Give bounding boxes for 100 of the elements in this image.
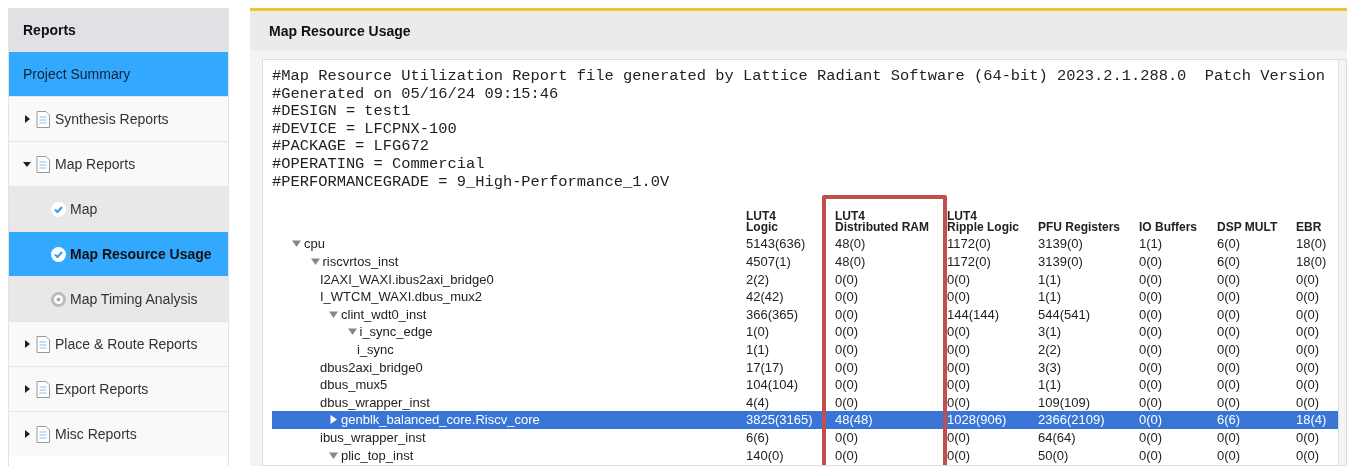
document-icon <box>36 110 50 128</box>
table-cell: 3139(0) <box>1038 236 1083 252</box>
document-icon <box>36 380 50 398</box>
table-cell: 0(0) <box>835 359 859 375</box>
table-row[interactable]: dbus_wrapper_inst 4(4) 0(0) 0(0) 109(109) 0(0) 0(0) 0(0) <box>272 393 1339 412</box>
table-cell: 6(0) <box>1217 236 1241 252</box>
column-header: LUT4 Ripple Logic <box>947 211 1019 234</box>
instance-name: I2AXI_WAXI.ibus2axi_bridge0 <box>320 271 494 287</box>
table-cell: 0(0) <box>1217 342 1241 357</box>
caret-icon[interactable] <box>23 160 31 168</box>
table-cell: 0(0) <box>1217 447 1241 463</box>
table-row[interactable]: cpu 5143(636) 48(0) 1172(0) 3139(0) 1(1) 6(0) 18(0) <box>272 235 1339 253</box>
document-icon <box>36 155 50 173</box>
table-cell: 0(0) <box>1296 447 1320 463</box>
item-label: Map Timing Analysis <box>70 291 198 307</box>
sidebar-item[interactable]: Map Reports <box>9 141 228 186</box>
caret-icon[interactable] <box>23 385 31 393</box>
collapse-arrow-icon[interactable] <box>329 450 338 460</box>
table-cell: 0(0) <box>1217 377 1241 393</box>
caret-icon[interactable] <box>23 340 31 348</box>
table-cell: 48(48) <box>835 412 873 428</box>
table-cell: 0(0) <box>947 324 971 340</box>
document-icon <box>36 425 50 443</box>
table-cell: 2(2) <box>746 271 770 287</box>
table-cell: 2(2) <box>1038 342 1062 357</box>
table-cell: 0(0) <box>1139 394 1163 410</box>
table-cell: 0(0) <box>1296 394 1320 410</box>
table-cell: 0(0) <box>1139 324 1163 340</box>
instance-name: i_sync_edge <box>359 324 433 340</box>
table-cell: 48(0) <box>835 254 866 270</box>
table-cell: 0(0) <box>1217 271 1241 287</box>
table-cell: 1(0) <box>746 324 770 340</box>
collapse-arrow-icon[interactable] <box>347 327 357 337</box>
table-cell: 18(4) <box>1296 412 1327 428</box>
column-header: LUT4 Distributed RAM <box>835 211 929 234</box>
table-cell: 0(0) <box>835 324 859 340</box>
report-line: #PACKAGE = LFG672 <box>272 138 429 156</box>
sidebar-item[interactable]: Map Resource Usage <box>9 231 228 276</box>
table-row[interactable]: riscvrtos_inst 4507(1) 48(0) 1172(0) 3139(0) 0(0) 6(0) 18(0) <box>272 252 1339 271</box>
item-label: Place & Route Reports <box>55 336 198 352</box>
table-cell: 50(0) <box>1038 447 1069 463</box>
table-row[interactable]: i_sync_edge 1(0) 0(0) 0(0) 3(1) 0(0) 0(0) 0(0) <box>272 323 1339 341</box>
sidebar-item[interactable]: Place & Route Reports <box>9 321 228 366</box>
table-cell: 3139(0) <box>1038 254 1083 270</box>
table-cell: 0(0) <box>1296 430 1320 445</box>
report-line: #Generated on 05/16/24 09:15:46 <box>272 85 559 104</box>
sidebar-title: Reports <box>9 9 228 51</box>
table-cell: 104(104) <box>746 377 799 393</box>
table-cell: 0(0) <box>1139 377 1163 393</box>
table-cell: 6(0) <box>1217 254 1241 270</box>
table-cell: 109(109) <box>1038 394 1091 410</box>
table-row[interactable]: genblk_balanced_core.Riscv_core 3825(3165) 48(48) 1028(906) 2366(2109) 0(0) 6(6) 18(4) <box>272 411 1339 429</box>
expand-arrow-icon[interactable] <box>329 415 338 425</box>
table-cell: 0(0) <box>835 394 859 410</box>
table-row[interactable]: dbus2axi_bridge0 17(17) 0(0) 0(0) 3(3) 0(0) 0(0) 0(0) <box>272 358 1339 376</box>
scrollbar[interactable] <box>1338 60 1346 465</box>
table-cell: 0(0) <box>947 377 971 393</box>
sidebar-item[interactable]: Export Reports <box>9 366 228 411</box>
report-line: #Map Resource Utilization Report file generated by Lattice Radiant Software (64-bit) 2023.2.1.288.0 Patch Version <box>272 68 1325 86</box>
table-cell: 42(42) <box>746 289 784 305</box>
sidebar-item[interactable]: Project Summary <box>9 51 228 96</box>
column-header: LUT4 Logic <box>746 211 778 234</box>
table-row[interactable]: i_sync 1(1) 0(0) 0(0) 2(2) 0(0) 0(0) 0(0) <box>272 340 1339 359</box>
table-row[interactable]: dbus_mux5 104(104) 0(0) 0(0) 1(1) 0(0) 0(0) 0(0) <box>272 375 1339 394</box>
table-row[interactable]: I2AXI_WAXI.ibus2axi_bridge0 2(2) 0(0) 0(0) 1(1) 0(0) 0(0) 0(0) <box>272 270 1339 288</box>
table-row[interactable]: ibus_wrapper_inst 6(6) 0(0) 0(0) 64(64) 0(0) 0(0) 0(0) <box>272 428 1339 447</box>
table-cell: 0(0) <box>835 342 859 357</box>
instance-name: genblk_balanced_core.Riscv_core <box>341 412 540 428</box>
document-icon <box>36 335 50 353</box>
column-header: PFU Registers <box>1038 222 1121 234</box>
table-cell: 0(0) <box>1217 289 1241 305</box>
instance-name: I_WTCM_WAXI.dbus_mux2 <box>320 289 483 305</box>
table-cell: 366(365) <box>746 306 799 322</box>
table-cell: 0(0) <box>947 359 971 375</box>
table-cell: 3825(3165) <box>746 412 813 428</box>
report-line: #PERFORMANCEGRADE = 9_High-Performance_1.0V <box>272 173 670 192</box>
caret-icon[interactable] <box>23 430 31 438</box>
collapse-arrow-icon[interactable] <box>329 309 338 319</box>
table-row[interactable]: I_WTCM_WAXI.dbus_mux2 42(42) 0(0) 0(0) 1(1) 0(0) 0(0) 0(0) <box>272 287 1339 306</box>
panel-title: Map Resource Usage <box>250 11 1347 50</box>
table-row[interactable]: plic_top_inst 140(0) 0(0) 0(0) 50(0) 0(0) 0(0) 0(0) <box>272 446 1339 464</box>
sidebar-item[interactable]: Misc Reports <box>9 411 228 456</box>
table-row[interactable]: clint_wdt0_inst 366(365) 0(0) 144(144) 544(541) 0(0) 0(0) 0(0) <box>272 305 1339 324</box>
collapse-arrow-icon[interactable] <box>292 239 301 249</box>
table-cell: 144(144) <box>947 306 1000 322</box>
table-cell: 1(1) <box>1038 271 1062 287</box>
caret-icon[interactable] <box>23 115 31 123</box>
table-cell: 0(0) <box>1296 306 1320 322</box>
table-cell: 0(0) <box>1139 271 1163 287</box>
sidebar-item[interactable]: Map Timing Analysis <box>9 276 228 321</box>
collapse-arrow-icon[interactable] <box>310 257 320 267</box>
sidebar-item[interactable]: Map <box>9 186 228 231</box>
sidebar-item[interactable]: Synthesis Reports <box>9 96 228 141</box>
report-line: #DESIGN = test1 <box>272 103 411 121</box>
table-cell: 0(0) <box>1217 394 1241 410</box>
table-cell: 4507(1) <box>746 254 791 270</box>
item-label: Synthesis Reports <box>55 111 169 127</box>
table-cell: 18(0) <box>1296 254 1327 270</box>
item-label: Map Resource Usage <box>70 246 212 262</box>
table-cell: 0(0) <box>1296 271 1320 287</box>
